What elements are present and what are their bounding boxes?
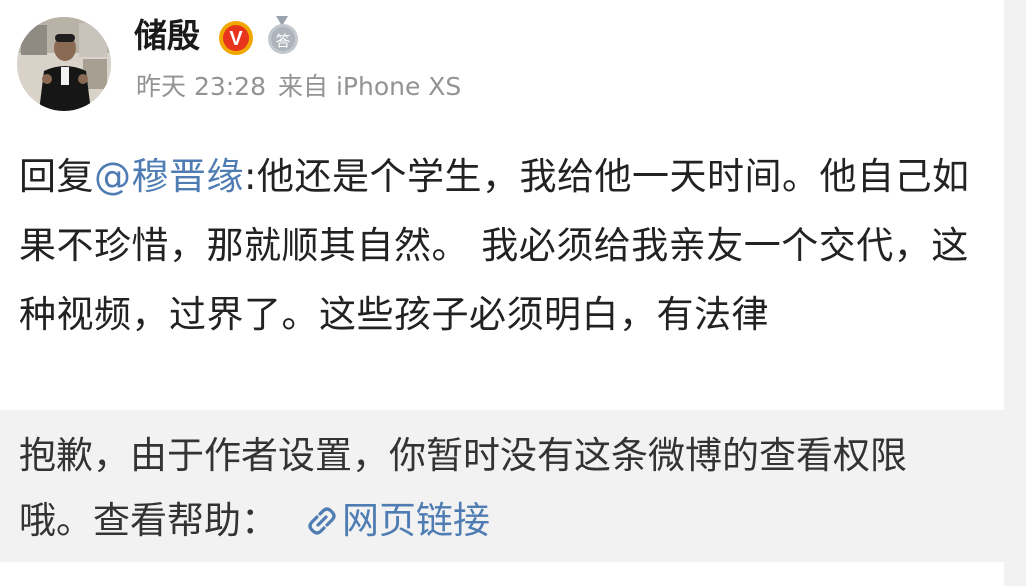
verified-v-icon: V xyxy=(219,21,253,55)
post-header: 储殷 V 答 昨天 23:28 来自 iPhone XS xyxy=(0,0,1004,122)
medal-icon[interactable]: 答 xyxy=(266,16,300,56)
right-edge-panel xyxy=(1004,0,1026,586)
help-link-label: 网页链接 xyxy=(342,499,490,542)
avatar-photo xyxy=(17,17,111,111)
link-icon xyxy=(308,507,336,535)
post-time: 昨天 23:28 xyxy=(136,72,266,101)
post-content: 回复@穆晋缘:他还是个学生，我给他一天时间。他自己如果不珍惜，那就顺其自然。 我… xyxy=(19,142,979,349)
mention-link[interactable]: @穆晋缘 xyxy=(94,155,244,198)
post-meta: 昨天 23:28 来自 iPhone XS xyxy=(136,70,461,104)
username[interactable]: 储殷 xyxy=(134,13,200,59)
permission-notice: 抱歉，由于作者设置，你暂时没有这条微博的查看权限哦。查看帮助： 网页链接 xyxy=(0,410,1004,562)
notice-text-block: 抱歉，由于作者设置，你暂时没有这条微博的查看权限哦。查看帮助： 网页链接 xyxy=(19,423,979,553)
bottom-divider xyxy=(0,562,1004,586)
weibo-post-screen: 储殷 V 答 昨天 23:28 来自 iPhone XS 回复@穆晋缘:他还是个学… xyxy=(0,0,1026,586)
reply-prefix: 回复 xyxy=(19,155,94,198)
medal-character: 答 xyxy=(275,32,290,50)
post-source[interactable]: 来自 iPhone XS xyxy=(278,72,461,101)
help-link[interactable]: 网页链接 xyxy=(278,499,490,542)
avatar[interactable] xyxy=(17,17,111,111)
verified-v-letter: V xyxy=(229,28,243,50)
